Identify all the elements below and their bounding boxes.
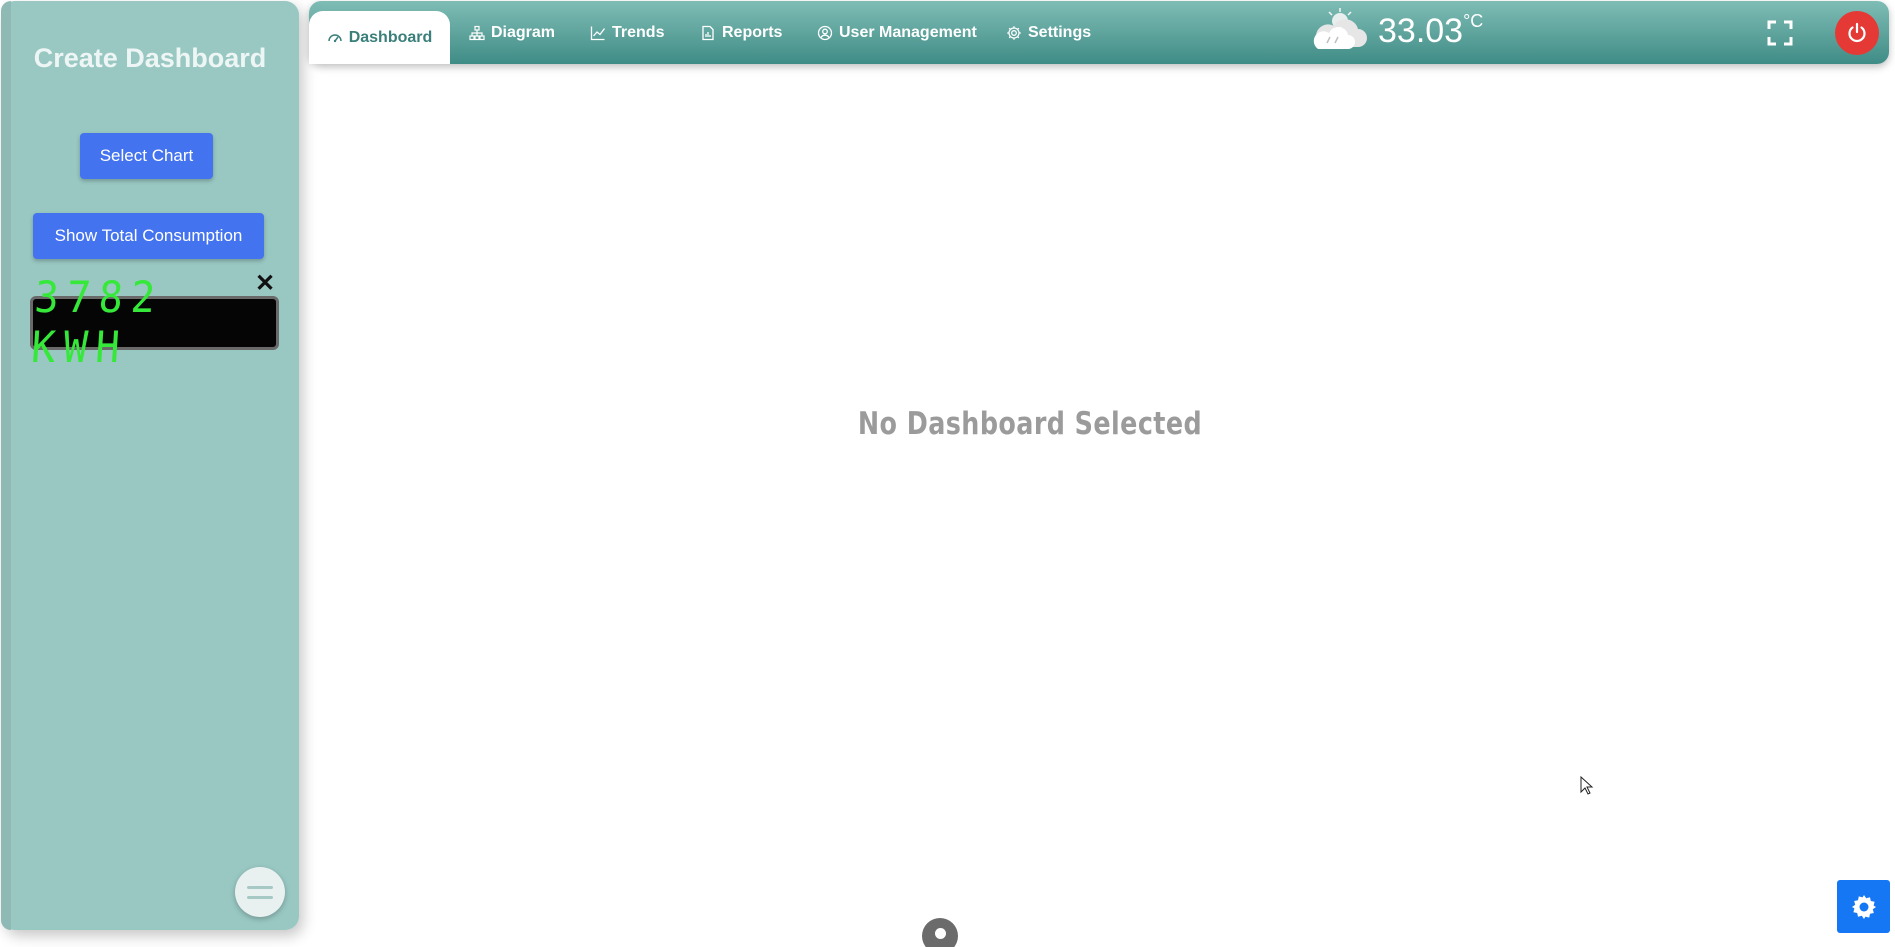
consumption-display: 3782 KWH [30,273,279,373]
temperature-readout: 33.03°C [1378,11,1484,51]
gear-icon [1007,25,1021,40]
tab-label: Diagram [491,23,556,41]
sidebar-edge [1,1,11,930]
scroll-indicator-icon[interactable] [922,918,958,947]
tab-label: Reports [722,23,783,41]
tab-label: Dashboard [348,28,433,46]
trend-chart-icon [590,26,606,40]
tab-diagram[interactable]: Diagram [469,1,555,64]
show-total-consumption-button[interactable]: Show Total Consumption [33,213,264,259]
diagram-icon [469,25,485,40]
empty-dashboard-message: No Dashboard Selected [857,406,1203,442]
sidebar: Create Dashboard Select Chart Show Total… [1,1,299,930]
gear-icon [1851,894,1876,919]
scroll-indicator-dot [934,927,946,939]
sidebar-title: Create Dashboard [33,43,267,73]
report-icon [702,25,714,40]
fullscreen-icon[interactable] [1767,20,1793,46]
tab-reports[interactable]: Reports [700,1,782,64]
tab-label: Trends [612,23,665,41]
temperature-value: 33.03 [1378,11,1464,50]
menu-line [247,885,273,889]
tab-settings[interactable]: Settings [1006,1,1091,64]
menu-toggle-button[interactable] [235,867,285,917]
cloud-rain-sun-icon [1313,8,1367,49]
mouse-cursor-icon [1580,776,1594,795]
temperature-unit: °C [1463,11,1484,32]
select-chart-button[interactable]: Select Chart [80,133,213,179]
tab-dashboard[interactable]: Dashboard [309,11,450,64]
weather-widget: 33.03°C [1310,7,1483,55]
tab-label: Settings [1028,23,1092,41]
power-icon [1848,22,1866,43]
tab-trends[interactable]: Trends [590,1,664,64]
power-button[interactable] [1835,11,1879,55]
top-nav-bar: Dashboard Diagram Trends Reports User Ma… [309,1,1889,64]
consumption-value: 3782 KWH [29,273,165,373]
settings-gear-button[interactable] [1837,880,1890,933]
tab-label: User Management [839,23,977,41]
gauge-icon [327,33,342,42]
tab-user-management[interactable]: User Management [817,1,977,64]
user-circle-icon [817,25,833,40]
menu-line [247,895,273,899]
